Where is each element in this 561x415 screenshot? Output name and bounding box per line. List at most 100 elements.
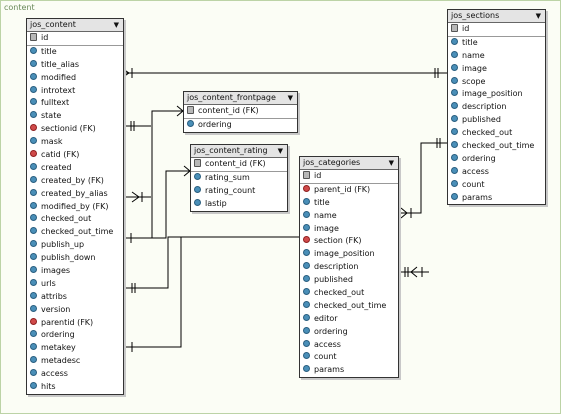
field-row[interactable]: metakey [27, 342, 123, 355]
field-row[interactable]: ordering [300, 326, 398, 339]
relation-content-rating [122, 165, 191, 243]
field-row[interactable]: access [27, 368, 123, 381]
column-icon [30, 278, 37, 286]
entity-jos-content[interactable]: jos_content ▼ id title title_alias modified… [26, 18, 124, 395]
column-icon [303, 249, 310, 257]
field-row[interactable]: parentid (FK) [27, 317, 123, 330]
chevron-down-icon[interactable]: ▼ [278, 145, 283, 157]
field-row[interactable]: title [448, 37, 545, 50]
field-row[interactable]: id [300, 170, 398, 184]
field-row[interactable]: checked_out [448, 127, 545, 140]
field-row[interactable]: content_id (FK) [191, 158, 287, 172]
field-row[interactable]: content_id (FK) [184, 105, 297, 119]
entity-jos-content-frontpage[interactable]: jos_content_frontpage ▼ content_id (FK) o… [183, 91, 298, 133]
field-row[interactable]: image_position [300, 248, 398, 261]
column-icon [30, 59, 37, 67]
field-row[interactable]: rating_sum [191, 172, 287, 185]
field-row[interactable]: params [300, 364, 398, 377]
field-row[interactable]: name [448, 50, 545, 63]
field-row[interactable]: version [27, 304, 123, 317]
field-list: id parent_id (FK) title name image section (F… [300, 170, 398, 377]
entity-title: jos_content_frontpage [187, 93, 276, 102]
field-row[interactable]: image [448, 63, 545, 76]
field-row[interactable]: count [448, 179, 545, 192]
field-row[interactable]: access [300, 339, 398, 352]
field-row[interactable]: created [27, 162, 123, 175]
field-row[interactable]: title [300, 197, 398, 210]
field-row[interactable]: id [27, 32, 123, 46]
field-row[interactable]: urls [27, 278, 123, 291]
entity-header: jos_sections ▼ [448, 10, 545, 23]
field-row[interactable]: params [448, 192, 545, 205]
field-row[interactable]: checked_out_time [27, 226, 123, 239]
field-row[interactable]: ordering [448, 153, 545, 166]
field-row[interactable]: checked_out_time [300, 300, 398, 313]
chevron-down-icon[interactable]: ▼ [389, 157, 394, 169]
field-name: introtext [41, 85, 76, 95]
field-row[interactable]: count [300, 351, 398, 364]
column-icon [451, 50, 458, 58]
primary-key-icon [194, 158, 201, 167]
chevron-down-icon[interactable]: ▼ [114, 19, 119, 31]
field-row[interactable]: images [27, 265, 123, 278]
chevron-down-icon[interactable]: ▼ [536, 10, 541, 22]
field-row[interactable]: description [448, 101, 545, 114]
field-row[interactable]: modified_by (FK) [27, 201, 123, 214]
field-name: ordering [198, 119, 232, 129]
field-row[interactable]: checked_out [27, 213, 123, 226]
foreign-key-icon [303, 236, 310, 244]
column-icon [451, 76, 458, 84]
field-row[interactable]: title_alias [27, 59, 123, 72]
foreign-key-icon [30, 317, 37, 325]
field-row[interactable]: introtext [27, 85, 123, 98]
field-name: modified_by (FK) [41, 201, 109, 211]
field-row[interactable]: lastip [191, 198, 287, 211]
field-row[interactable]: rating_count [191, 185, 287, 198]
field-row[interactable]: section (FK) [300, 235, 398, 248]
field-row[interactable]: publish_up [27, 239, 123, 252]
field-row[interactable]: modified [27, 72, 123, 85]
field-row[interactable]: publish_down [27, 252, 123, 265]
chevron-down-icon[interactable]: ▼ [288, 92, 293, 104]
field-row[interactable]: metadesc [27, 355, 123, 368]
field-row[interactable]: description [300, 261, 398, 274]
column-icon [451, 166, 458, 174]
entity-jos-content-rating[interactable]: jos_content_rating ▼ content_id (FK) rati… [190, 144, 288, 212]
field-name: images [41, 266, 71, 276]
field-row[interactable]: name [300, 210, 398, 223]
field-row[interactable]: ordering [184, 119, 297, 132]
field-row[interactable]: state [27, 110, 123, 123]
field-row[interactable]: access [448, 166, 545, 179]
field-row[interactable]: editor [300, 313, 398, 326]
field-row[interactable]: image [300, 223, 398, 236]
field-row[interactable]: mask [27, 136, 123, 149]
field-row[interactable]: catid (FK) [27, 149, 123, 162]
field-name: fulltext [41, 98, 70, 108]
entity-jos-categories[interactable]: jos_categories ▼ id parent_id (FK) title na… [299, 156, 399, 379]
foreign-key-icon [303, 184, 310, 192]
field-row[interactable]: created_by (FK) [27, 175, 123, 188]
entity-jos-sections[interactable]: jos_sections ▼ id title name image scope imag… [447, 9, 546, 206]
field-name: description [462, 102, 507, 112]
field-row[interactable]: attribs [27, 291, 123, 304]
field-row[interactable]: scope [448, 76, 545, 89]
column-icon [30, 111, 37, 119]
field-row[interactable]: published [448, 114, 545, 127]
field-row[interactable]: title [27, 46, 123, 59]
field-row[interactable]: fulltext [27, 97, 123, 110]
field-name: checked_out_time [314, 300, 387, 310]
field-row[interactable]: published [300, 274, 398, 287]
field-name: access [41, 369, 68, 379]
field-row[interactable]: checked_out_time [448, 140, 545, 153]
column-icon [303, 288, 310, 296]
field-row[interactable]: sectionid (FK) [27, 123, 123, 136]
field-row[interactable]: parent_id (FK) [300, 184, 398, 197]
relation-content-sections [122, 68, 447, 78]
field-row[interactable]: hits [27, 381, 123, 394]
field-row[interactable]: created_by_alias [27, 188, 123, 201]
field-row[interactable]: checked_out [300, 287, 398, 300]
field-row[interactable]: id [448, 23, 545, 37]
field-row[interactable]: image_position [448, 88, 545, 101]
field-row[interactable]: ordering [27, 329, 123, 342]
column-icon [30, 162, 37, 170]
